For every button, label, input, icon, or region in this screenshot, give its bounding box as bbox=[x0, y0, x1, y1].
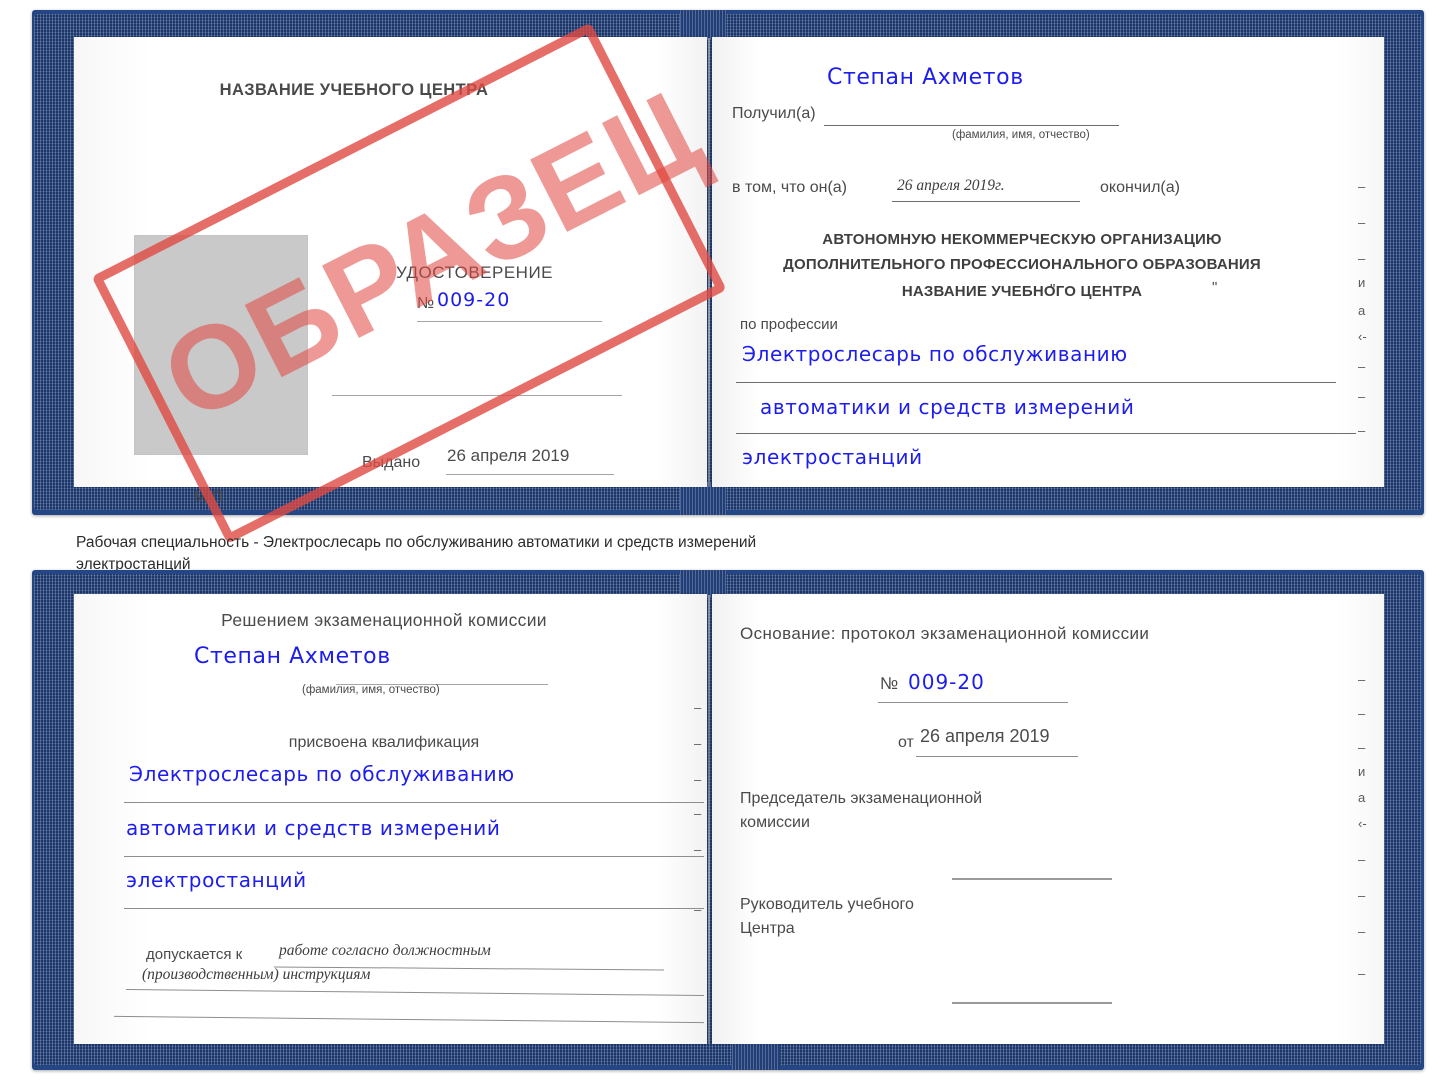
that-he-label: в том, что он(а) bbox=[732, 179, 847, 196]
page-top-left: НАЗВАНИЕ УЧЕБНОГО ЦЕНТРА УДОСТОВЕРЕНИЕ №… bbox=[74, 37, 707, 506]
received-name-value: Степан Ахметов bbox=[827, 65, 1024, 90]
org-line-3: НАЗВАНИЕ УЧЕБНОГО ЦЕНТРА bbox=[901, 283, 1143, 300]
profession-line-3: электростанций bbox=[742, 445, 923, 469]
certificate-sample-page: НАЗВАНИЕ УЧЕБНОГО ЦЕНТРА УДОСТОВЕРЕНИЕ №… bbox=[0, 0, 1448, 1085]
chairman-line-1: Председатель экзаменационной bbox=[740, 790, 983, 807]
decision-title: Решением экзаменационной комиссии bbox=[221, 610, 547, 630]
profession-label: по профессии bbox=[740, 316, 838, 333]
protocol-date-value: 26 апреля 2019 bbox=[920, 726, 1050, 746]
edge-fragment: – bbox=[1358, 888, 1366, 903]
spine-tab-top-upper bbox=[680, 10, 726, 40]
edge-fragment: и bbox=[1358, 764, 1366, 779]
profession-rule-2 bbox=[736, 433, 1356, 434]
completion-date-rule bbox=[892, 201, 1080, 202]
number-label: № bbox=[417, 295, 435, 312]
student-name-value: Степан Ахметов bbox=[194, 644, 391, 669]
edge-fragment-left: – bbox=[694, 902, 702, 917]
qualification-rule-1 bbox=[124, 802, 704, 803]
spine-line-top bbox=[708, 38, 710, 487]
fio-hint: (фамилия, имя, отчество) bbox=[952, 129, 1090, 141]
qualification-line-3: электростанций bbox=[126, 868, 307, 892]
edge-fragment: – bbox=[1358, 359, 1366, 374]
spine-line-bottom bbox=[708, 595, 710, 1044]
received-rule bbox=[824, 125, 1119, 126]
issued-rule bbox=[446, 474, 614, 475]
edge-fragment-left: – bbox=[694, 806, 702, 821]
training-center-name-heading: НАЗВАНИЕ УЧЕБНОГО ЦЕНТРА bbox=[219, 81, 489, 99]
edge-fragment: – bbox=[1358, 389, 1366, 404]
edge-fragment: – bbox=[1358, 740, 1366, 755]
qualification-rule-3 bbox=[124, 908, 704, 909]
admitted-line-2: (производственным) инструкциям bbox=[142, 966, 371, 983]
seal-label: М.П. bbox=[194, 489, 228, 506]
admitted-rule-3 bbox=[114, 1015, 704, 1024]
head-line-2: Центра bbox=[740, 920, 795, 937]
profession-rule-1 bbox=[736, 382, 1336, 383]
admitted-label: допускается к bbox=[146, 946, 243, 963]
edge-fragment: ‹- bbox=[1358, 816, 1367, 831]
protocol-number-value: 009-20 bbox=[908, 670, 985, 694]
edge-fragment: – bbox=[1358, 179, 1366, 194]
finished-label: окончил(а) bbox=[1100, 179, 1180, 196]
edge-fragment-left: – bbox=[694, 736, 702, 751]
page-top-right: Получил(а) Степан Ахметов (фамилия, имя,… bbox=[712, 37, 1384, 487]
issued-label: Выдано bbox=[362, 454, 421, 471]
protocol-date-rule bbox=[916, 756, 1078, 757]
edge-fragment: – bbox=[1358, 251, 1366, 266]
edge-fragment: и bbox=[1358, 275, 1366, 290]
number-rule bbox=[417, 321, 602, 322]
profession-line-1: Электрослесарь по обслуживанию bbox=[742, 342, 1128, 366]
completion-date-value: 26 апреля 2019г. bbox=[897, 177, 1005, 194]
edge-fragment: – bbox=[1358, 706, 1366, 721]
org-line-1: АВТОНОМНУЮ НЕКОММЕРЧЕСКУЮ ОРГАНИЗАЦИЮ bbox=[822, 231, 1222, 248]
edge-fragment: ‹- bbox=[1358, 329, 1367, 344]
certificate-spread-bottom: Решением экзаменационной комиссии Степан… bbox=[32, 570, 1424, 1070]
protocol-date-label: от bbox=[898, 734, 914, 751]
admitted-line-1: работе согласно должностным bbox=[279, 942, 491, 959]
basis-label: Основание: протокол экзаменационной коми… bbox=[740, 624, 1150, 643]
org-quote-close: " bbox=[1212, 279, 1218, 296]
edge-fragment-left: – bbox=[694, 772, 702, 787]
qualification-label: присвоена квалификация bbox=[288, 734, 480, 751]
fio-hint: (фамилия, имя, отчество) bbox=[302, 684, 440, 696]
protocol-number-rule bbox=[878, 702, 1068, 703]
protocol-number-label: № bbox=[880, 674, 899, 693]
head-line-1: Руководитель учебного bbox=[740, 896, 914, 913]
number-value: 009-20 bbox=[437, 289, 511, 311]
photo-placeholder bbox=[134, 235, 308, 455]
edge-fragment: а bbox=[1358, 790, 1366, 805]
edge-fragment-left: – bbox=[694, 842, 702, 857]
edge-fragment: – bbox=[1358, 215, 1366, 230]
caption-line-1: Рабочая специальность - Электрослесарь п… bbox=[76, 534, 757, 551]
chairman-signature-rule bbox=[952, 878, 1112, 880]
edge-fragment: – bbox=[1358, 423, 1366, 438]
qualification-rule-2 bbox=[124, 856, 704, 857]
edge-fragment: а bbox=[1358, 303, 1366, 318]
chairman-line-2: комиссии bbox=[740, 814, 810, 831]
head-signature-rule bbox=[952, 1002, 1112, 1004]
document-title: УДОСТОВЕРЕНИЕ bbox=[396, 263, 554, 282]
edge-fragment: – bbox=[1358, 924, 1366, 939]
edge-fragment: – bbox=[1358, 966, 1366, 981]
page-bottom-right: Основание: протокол экзаменационной коми… bbox=[712, 594, 1384, 1044]
profession-line-2: автоматики и средств измерений bbox=[760, 395, 1135, 419]
edge-fragment: – bbox=[1358, 672, 1366, 687]
received-label: Получил(а) bbox=[732, 105, 816, 122]
blank-rule-1 bbox=[332, 395, 622, 396]
issued-date-value: 26 апреля 2019 bbox=[447, 446, 570, 465]
admitted-rule-2 bbox=[126, 988, 704, 997]
certificate-spread-top: НАЗВАНИЕ УЧЕБНОГО ЦЕНТРА УДОСТОВЕРЕНИЕ №… bbox=[32, 10, 1424, 544]
qualification-line-2: автоматики и средств измерений bbox=[126, 816, 501, 840]
org-line-2: ДОПОЛНИТЕЛЬНОГО ПРОФЕССИОНАЛЬНОГО ОБРАЗО… bbox=[783, 256, 1261, 273]
edge-fragment: – bbox=[1358, 852, 1366, 867]
page-bottom-left: Решением экзаменационной комиссии Степан… bbox=[74, 594, 707, 1044]
edge-fragment-left: – bbox=[694, 700, 702, 715]
qualification-line-1: Электрослесарь по обслуживанию bbox=[129, 762, 515, 786]
